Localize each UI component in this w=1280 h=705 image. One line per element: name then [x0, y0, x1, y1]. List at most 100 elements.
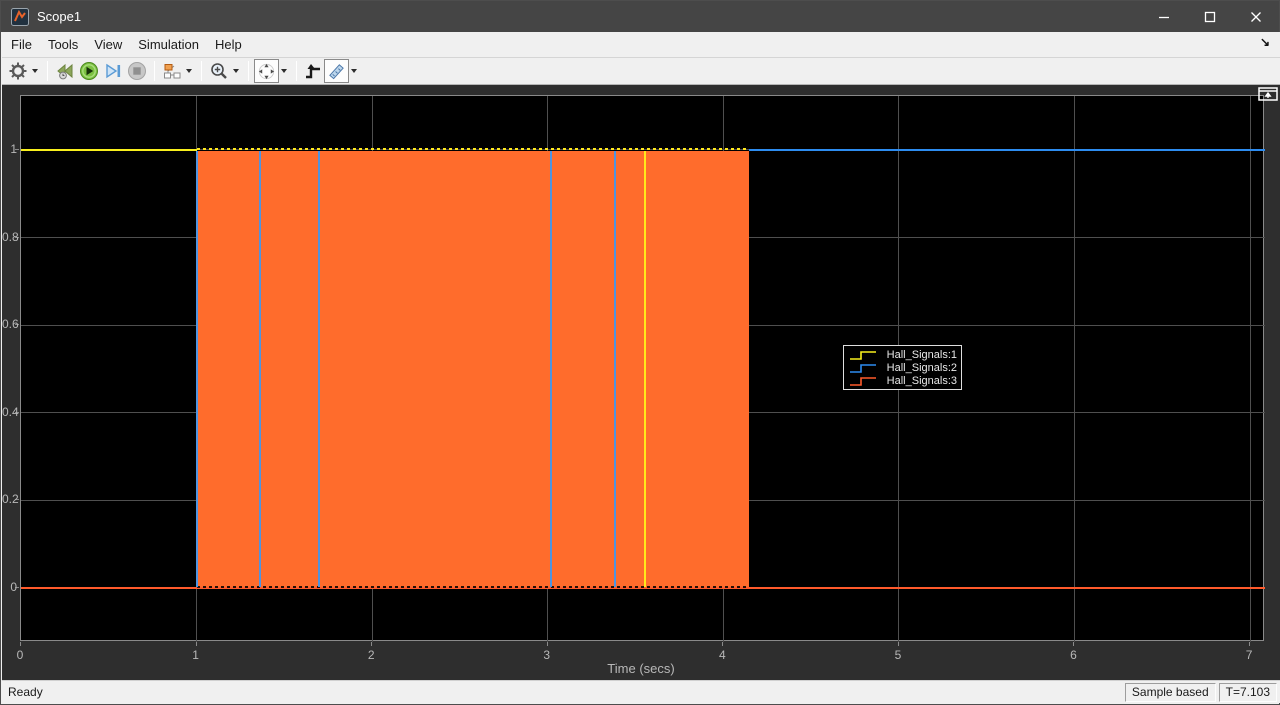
y-tick-label: 1	[2, 142, 17, 156]
x-tick-label: 4	[710, 648, 734, 662]
toolbar-separator	[47, 61, 48, 81]
dock-icon	[1258, 87, 1278, 101]
x-axis-title: Time (secs)	[2, 661, 1280, 676]
y-tick-label: 0	[2, 580, 17, 594]
dock-button[interactable]	[1257, 86, 1279, 101]
run-button[interactable]	[77, 59, 101, 83]
transition-line	[644, 151, 646, 587]
minimize-button[interactable]	[1141, 1, 1187, 32]
menu-view[interactable]: View	[94, 33, 122, 56]
x-tick-mark	[371, 642, 372, 646]
legend[interactable]: Hall_Signals:1Hall_Signals:2Hall_Signals…	[843, 345, 962, 390]
legend-step-glyph	[848, 349, 878, 361]
scope-app-icon	[11, 8, 29, 26]
gear-icon	[8, 61, 28, 81]
x-tick-mark	[898, 642, 899, 646]
transition-line	[550, 151, 552, 587]
legend-step-glyph	[848, 375, 878, 387]
signal-selector-dropdown-arrow-icon[interactable]	[186, 69, 192, 73]
x-tick-label: 7	[1237, 648, 1261, 662]
menu-file[interactable]: File	[11, 33, 32, 56]
menu-tools[interactable]: Tools	[48, 33, 78, 56]
y-tick-label: 0.4	[2, 405, 17, 419]
trace-segment	[749, 149, 1265, 151]
x-tick-mark	[1073, 642, 1074, 646]
menu-help[interactable]: Help	[215, 33, 242, 56]
maximize-icon	[1204, 11, 1216, 23]
window-title: Scope1	[37, 9, 81, 24]
x-tick-label: 3	[535, 648, 559, 662]
plot-canvas[interactable]	[20, 95, 1264, 641]
legend-label: Hall_Signals:1	[887, 349, 957, 361]
y-tick-label: 0.2	[2, 492, 17, 506]
legend-step-glyph	[848, 362, 878, 374]
legend-item: Hall_Signals:2	[848, 361, 957, 374]
toolbar-separator	[296, 61, 297, 81]
sim-time-cell: T=7.103	[1219, 683, 1277, 702]
trigger-button[interactable]	[302, 59, 324, 83]
menu-bar: File Tools View Simulation Help ↘	[2, 32, 1280, 58]
sample-mode-cell: Sample based	[1125, 683, 1216, 702]
grid-line-x	[1074, 96, 1075, 642]
toolbar-separator	[201, 61, 202, 81]
x-tick-mark	[20, 642, 21, 646]
stop-button[interactable]	[125, 59, 149, 83]
run-icon	[79, 61, 99, 81]
legend-item: Hall_Signals:3	[848, 374, 957, 387]
grid-line-x	[1250, 96, 1251, 642]
legend-item: Hall_Signals:1	[848, 348, 957, 361]
parameters-button[interactable]	[6, 59, 30, 83]
title-bar[interactable]: Scope1	[1, 1, 1279, 32]
x-tick-mark	[1249, 642, 1250, 646]
transition-line	[318, 151, 320, 587]
x-tick-label: 5	[886, 648, 910, 662]
status-bar: Ready Sample based T=7.103	[2, 680, 1280, 703]
step-back-button[interactable]	[53, 59, 77, 83]
dense-toggle-block	[197, 151, 750, 587]
legend-label: Hall_Signals:2	[887, 362, 957, 374]
transition-line	[259, 151, 261, 587]
measurements-button[interactable]	[324, 59, 349, 83]
x-tick-label: 1	[184, 648, 208, 662]
measurements-dropdown-arrow-icon[interactable]	[351, 69, 357, 73]
x-tick-mark	[547, 642, 548, 646]
scope-window: Scope1 File Tools View Simulation Help ↘	[0, 0, 1280, 705]
trace-segment	[21, 149, 197, 151]
zoom-button[interactable]	[207, 59, 231, 83]
close-button[interactable]	[1233, 1, 1279, 32]
close-icon	[1250, 11, 1262, 23]
parameters-dropdown-arrow-icon[interactable]	[32, 69, 38, 73]
y-tick-label: 0.8	[2, 230, 17, 244]
x-tick-mark	[722, 642, 723, 646]
x-tick-mark	[196, 642, 197, 646]
ruler-icon	[327, 62, 346, 81]
toolbar-separator	[248, 61, 249, 81]
step-forward-icon	[103, 61, 123, 81]
fit-to-view-button[interactable]	[254, 59, 279, 83]
stop-icon	[127, 61, 147, 81]
maximize-button[interactable]	[1187, 1, 1233, 32]
menu-overflow-arrow-icon[interactable]: ↘	[1260, 35, 1270, 49]
step-forward-button[interactable]	[101, 59, 125, 83]
zoom-dropdown-arrow-icon[interactable]	[233, 69, 239, 73]
fit-dropdown-arrow-icon[interactable]	[281, 69, 287, 73]
legend-label: Hall_Signals:3	[887, 375, 957, 387]
block-bottom-dashes	[197, 586, 750, 588]
y-tick-label: 0.6	[2, 317, 17, 331]
trigger-icon	[304, 62, 322, 80]
transition-line	[614, 151, 616, 587]
signal-selector-icon	[162, 61, 182, 81]
x-tick-label: 2	[359, 648, 383, 662]
signal-selector-button[interactable]	[160, 59, 184, 83]
fit-to-view-icon	[257, 62, 276, 81]
x-tick-label: 0	[8, 648, 32, 662]
transition-line	[196, 151, 198, 587]
status-text: Ready	[8, 685, 1125, 699]
block-top-dashes	[197, 148, 750, 150]
x-tick-label: 6	[1061, 648, 1085, 662]
toolbar	[2, 58, 1280, 85]
plot-region: Time (secs) Hall_Signals:1Hall_Signals:2…	[2, 85, 1280, 682]
step-back-icon	[55, 61, 75, 81]
menu-simulation[interactable]: Simulation	[138, 33, 199, 56]
minimize-icon	[1158, 11, 1170, 23]
